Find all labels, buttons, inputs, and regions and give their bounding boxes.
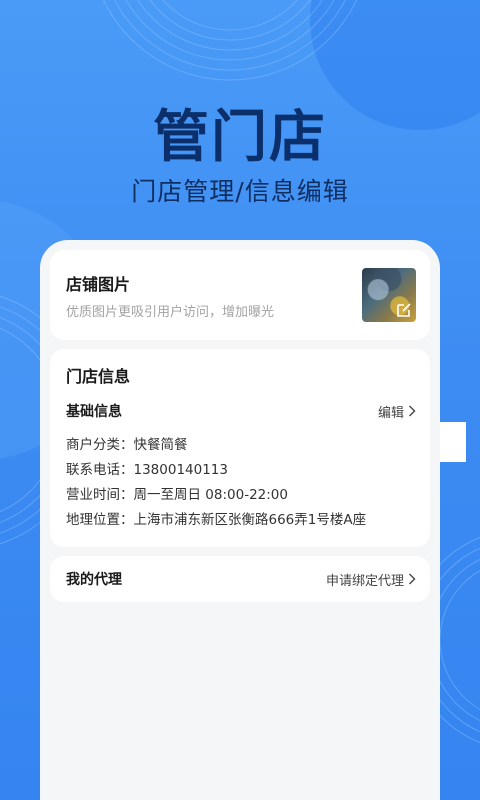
edit-label: 编辑 bbox=[377, 405, 404, 421]
chevron-right-icon bbox=[409, 573, 416, 585]
info-lines: 商户分类： 快餐简餐 联系电话： 13800140113 营业时间： 周一至周日… bbox=[66, 433, 416, 533]
store-photo-title: 店铺图片 bbox=[66, 274, 131, 294]
hero-subtitle: 门店管理/信息编辑 bbox=[131, 177, 349, 206]
bind-agent-button[interactable]: 申请绑定代理 bbox=[326, 570, 416, 589]
basic-info-row: 基础信息 编辑 bbox=[66, 401, 416, 421]
store-photo-text: 店铺图片 优质图片更吸引用户访问，增加曝光 bbox=[66, 271, 274, 320]
info-value: 上海市浦东新区张衡路666弄1号楼A座 bbox=[133, 512, 367, 528]
store-info-card: 门店信息 基础信息 编辑 商户分类： 快餐简餐 联系电话： 1380014011… bbox=[50, 349, 430, 547]
info-key: 联系电话： bbox=[66, 462, 134, 478]
info-line-hours: 营业时间： 周一至周日 08:00-22:00 bbox=[66, 483, 416, 508]
info-line-location: 地理位置： 上海市浦东新区张衡路666弄1号楼A座 bbox=[66, 508, 416, 533]
my-agent-title: 我的代理 bbox=[66, 572, 122, 588]
info-key: 地理位置： bbox=[66, 512, 134, 528]
side-tab[interactable] bbox=[440, 422, 466, 462]
info-value: 周一至周日 08:00-22:00 bbox=[133, 487, 288, 503]
my-agent-card[interactable]: 我的代理 申请绑定代理 bbox=[50, 556, 430, 602]
bind-agent-label: 申请绑定代理 bbox=[325, 573, 404, 589]
store-photo-card[interactable]: 店铺图片 优质图片更吸引用户访问，增加曝光 bbox=[50, 250, 430, 340]
store-photo-desc: 优质图片更吸引用户访问，增加曝光 bbox=[66, 304, 275, 320]
info-key: 商户分类： bbox=[66, 437, 134, 453]
basic-info-heading: 基础信息 bbox=[66, 404, 122, 420]
info-value: 快餐简餐 bbox=[133, 437, 188, 453]
info-key: 营业时间： bbox=[66, 487, 134, 503]
info-line-category: 商户分类： 快餐简餐 bbox=[66, 433, 416, 458]
store-info-title: 门店信息 bbox=[66, 367, 131, 386]
chevron-right-icon bbox=[409, 405, 416, 417]
edit-square-icon[interactable] bbox=[395, 301, 413, 319]
edit-button[interactable]: 编辑 bbox=[378, 402, 416, 421]
store-panel: 店铺图片 优质图片更吸引用户访问，增加曝光 门店信息 基础信息 编辑 商户分类： bbox=[40, 240, 440, 800]
info-line-phone: 联系电话： 13800140113 bbox=[66, 458, 416, 483]
store-photo-thumbnail[interactable] bbox=[362, 268, 416, 322]
info-value: 13800140113 bbox=[133, 462, 228, 478]
hero-title: 管门店 bbox=[153, 105, 327, 170]
